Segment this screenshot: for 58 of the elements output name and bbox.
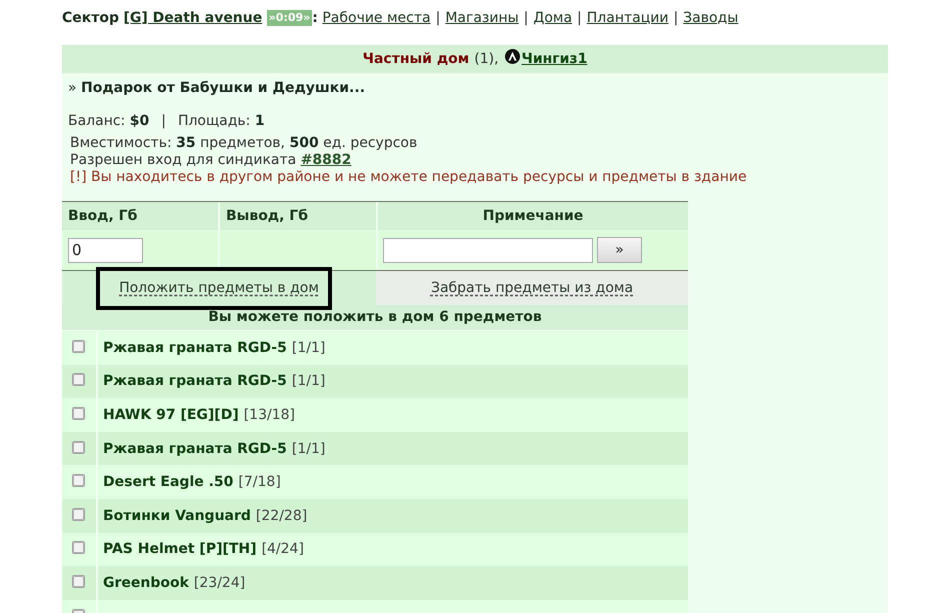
item-durability: [1/1] — [292, 340, 326, 356]
nav-link[interactable]: Заводы — [683, 10, 738, 26]
separator-text: | — [161, 113, 166, 129]
access-text: Разрешен вход для синдиката — [70, 152, 296, 168]
tab[interactable]: Забрать предметы из дома — [376, 271, 688, 305]
separator-text: | — [673, 10, 678, 26]
checkbox[interactable] — [72, 440, 85, 454]
checkbox[interactable] — [72, 340, 85, 353]
warning-text: [!] Вы находитесь в другом районе и не можете передавать ресурсы и предметы в здание — [70, 169, 747, 185]
nav-link[interactable]: Магазины — [445, 10, 519, 26]
item-durability: [4/24] — [262, 541, 304, 558]
sector-label: Сектор — [62, 10, 120, 26]
owner-link[interactable]: Чингиз1 — [522, 51, 588, 67]
item-durability: [13/18] — [244, 406, 295, 423]
capacity-text: Вместимость: 35 предметов, 500 ед. ресурсов — [70, 135, 418, 151]
house-count-text: (1), — [474, 51, 499, 67]
column-header: Ввод, Гб — [62, 202, 218, 230]
item-name: HAWK 97 [EG][D] — [103, 406, 239, 423]
house-type-text: Частный дом — [362, 51, 470, 67]
checkbox[interactable] — [72, 508, 85, 521]
emblem-icon — [504, 48, 520, 64]
item-durability: [22/28] — [256, 508, 308, 524]
area-text: Площадь: 1 — [178, 113, 265, 129]
submit-button[interactable]: » — [597, 237, 642, 263]
checkbox[interactable] — [72, 373, 85, 386]
sector-link[interactable]: [G] Death avenue — [123, 10, 262, 26]
nav-link[interactable]: Дома — [533, 10, 572, 26]
tab[interactable]: Положить предметы в дом — [62, 271, 376, 305]
colon-text: : — [312, 10, 318, 26]
syndicate-link[interactable]: #8882 — [300, 152, 352, 168]
note-field[interactable] — [383, 238, 593, 262]
item-name: Greenbook — [103, 574, 189, 591]
item-name: Ржавая граната RGD-5 — [103, 340, 287, 356]
items-caption: Вы можете положить в дом 6 предметов — [62, 305, 688, 331]
separator-text: | — [436, 10, 440, 26]
column-header: Вывод, Гб — [218, 202, 376, 230]
balance-text: Баланс: $0 — [68, 113, 150, 129]
input-field[interactable]: 0 — [68, 238, 143, 262]
gift-text: » Подарок от Бабушки и Дедушки... — [68, 80, 366, 96]
item-name: Ботинки Vanguard — [103, 508, 251, 524]
item-name: Ржавая граната RGD-5 — [103, 373, 287, 390]
checkbox[interactable] — [72, 541, 85, 554]
checkbox[interactable] — [72, 474, 85, 488]
item-durability: [1/1] — [292, 373, 326, 390]
separator-text: | — [577, 10, 582, 26]
item-name: PAS Helmet [P][TH] — [103, 541, 257, 558]
checkbox[interactable] — [72, 406, 85, 420]
timer-badge: »0:09» — [266, 10, 312, 26]
checkbox[interactable] — [72, 574, 85, 588]
nav-link[interactable]: Плантации — [586, 10, 668, 26]
item-name: Ржавая граната RGD-5 — [103, 440, 287, 457]
nav-link[interactable]: Рабочие места — [322, 10, 431, 26]
column-header: Примечание — [376, 202, 688, 230]
item-durability: [7/18] — [238, 474, 281, 490]
item-durability: [1/1] — [292, 440, 326, 457]
separator-text: | — [524, 10, 528, 26]
item-durability: [23/24] — [194, 574, 246, 591]
item-name: Desert Eagle .50 — [103, 474, 234, 490]
